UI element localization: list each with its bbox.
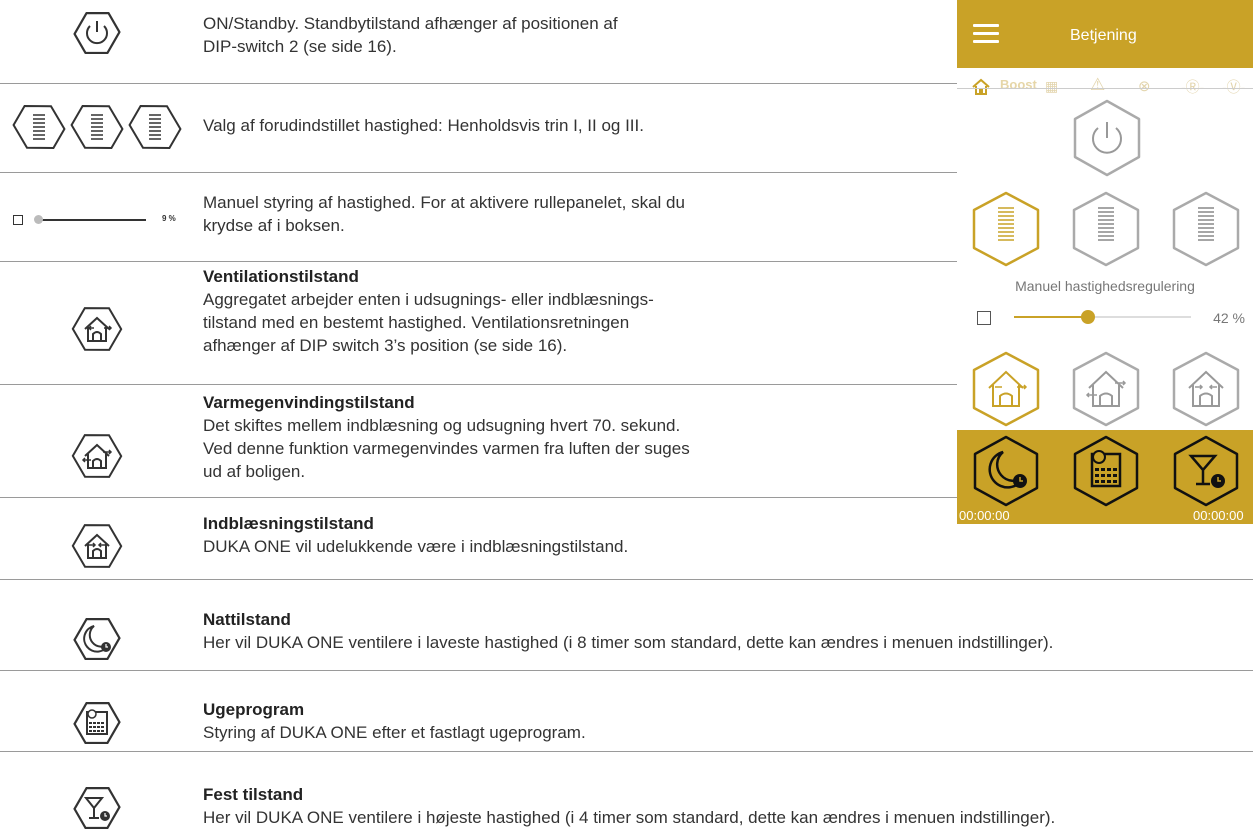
r-icon: -Ⓡ- [1181,79,1205,95]
standby-line-2: DIP-switch 2 (se side 16). [203,37,397,56]
manual-speed-fill [1014,316,1089,318]
ventilation-line-2: tilstand med en bestemt hastighed. Venti… [203,313,630,332]
speed-1-icon [12,104,66,150]
manual-text: Manuel styring af hastighed. For at akti… [203,191,685,237]
week-program-button[interactable] [1071,434,1141,513]
heat-recovery-line-1: Det skiftes mellem indblæsning og udsugn… [203,416,681,435]
supply-title: Indblæsningstilstand [203,514,374,533]
manual-speed-label: Manuel hastighedsregulering [1015,278,1195,294]
week-title: Ugeprogram [203,700,305,719]
ventilation-title: Ventilationstilstand [203,267,359,286]
manual-speed-value: 42 % [1213,310,1245,326]
night-timer: 00:00:00 [959,508,1010,523]
heat-recovery-title: Varmegenvindingstilstand [203,393,415,412]
v-icon: -Ⓥ- [1222,79,1246,95]
supply-mode-button[interactable] [1169,350,1243,433]
heat-recovery-text: Varmegenvindingstilstand Det skiftes mel… [203,391,690,483]
fan-icon: ▦ [1045,78,1059,94]
ventilation-icon [71,303,123,355]
divider [0,83,957,84]
week-text: Ugeprogram Styring af DUKA ONE efter et … [203,698,586,744]
standby-line-1: ON/Standby. Standbytilstand afhænger af … [203,14,618,33]
menu-icon[interactable] [973,24,999,44]
party-title: Fest tilstand [203,785,304,804]
night-icon [72,614,122,664]
manual-line-1: Manuel styring af hastighed. For at akti… [203,193,685,212]
home-icon [971,78,991,101]
divider [0,497,957,498]
divider [0,579,1253,580]
manual-speed-checkbox[interactable] [977,311,991,325]
heat-recovery-icon [71,430,123,482]
week-program-icon [72,698,122,748]
week-line-1: Styring af DUKA ONE efter et fastlagt ug… [203,723,586,742]
ventilation-text: Ventilationstilstand Aggregatet arbejder… [203,265,654,357]
boost-label: Boost [1000,77,1037,92]
manual-checkbox [13,215,23,225]
manual-slider-value: 9 % [162,214,176,223]
ventilation-line-1: Aggregatet arbejder enten i udsugnings- … [203,290,654,309]
heat-recovery-line-3: ud af boligen. [203,462,306,481]
divider [0,384,957,385]
warning-icon: ⚠ [1090,75,1106,94]
ventilation-line-3: afhænger af DIP switch 3’s position (se … [203,336,568,355]
night-line-1: Her vil DUKA ONE ventilere i laveste has… [203,633,1054,652]
heat-recovery-line-2: Ved denne funktion varmegenvindes varmen… [203,439,690,458]
night-title: Nattilstand [203,610,291,629]
divider [0,172,957,173]
party-mode-button[interactable] [1171,434,1241,513]
standby-text: ON/Standby. Standbytilstand afhænger af … [203,12,618,58]
manual-slider-knob [34,215,43,224]
party-timer: 00:00:00 [1193,508,1244,523]
speeds-line-1: Valg af forudindstillet hastighed: Henho… [203,116,644,135]
power-icon [72,8,122,58]
divider [0,670,1253,671]
filter-icon: ⊗ [1138,78,1151,95]
app-screen: Betjening Boost ▦ ⚠ ⊗ -Ⓡ- -Ⓥ- Manuel has… [957,0,1253,524]
heat-recovery-mode-button[interactable] [1069,350,1143,433]
manual-speed-knob[interactable] [1081,310,1096,324]
app-title: Betjening [1070,27,1137,44]
divider [0,751,1253,752]
party-text: Fest tilstand Her vil DUKA ONE ventilere… [203,783,1055,829]
supply-icon [71,520,123,572]
speed-2-icon [70,104,124,150]
night-text: Nattilstand Her vil DUKA ONE ventilere i… [203,608,1053,654]
speed-2-button[interactable] [1069,190,1143,273]
manual-line-2: krydse af i boksen. [203,216,345,235]
speed-3-button[interactable] [1169,190,1243,273]
speed-icons [12,100,182,154]
night-mode-button[interactable] [971,434,1041,513]
divider [0,261,957,262]
speed-1-button[interactable] [969,190,1043,273]
speeds-text: Valg af forudindstillet hastighed: Henho… [203,114,644,137]
manual-slider-track [36,219,146,221]
power-button[interactable] [1070,98,1144,183]
party-line-1: Her vil DUKA ONE ventilere i højeste has… [203,808,1056,827]
status-divider [957,88,1253,89]
supply-line-1: DUKA ONE vil udelukkende være i indblæsn… [203,537,629,556]
party-icon [72,783,122,833]
ventilation-mode-button[interactable] [969,350,1043,433]
speed-3-icon [128,104,182,150]
manual-speed-slider[interactable] [1014,310,1191,324]
supply-text: Indblæsningstilstand DUKA ONE vil udeluk… [203,512,628,558]
app-toolbar: Betjening [957,0,1253,68]
